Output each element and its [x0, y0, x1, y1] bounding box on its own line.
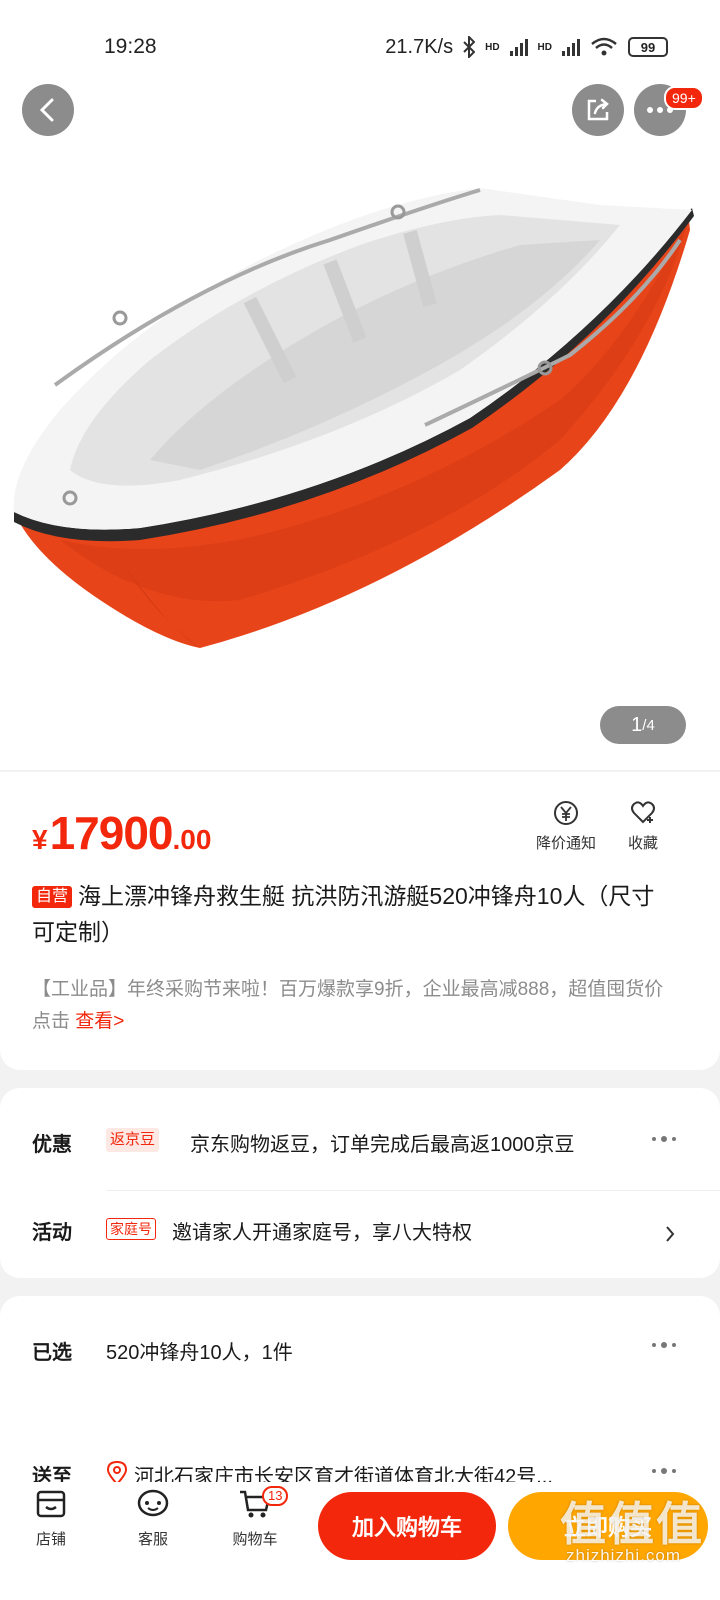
price-decimal: .00	[172, 824, 212, 855]
chevron-left-icon	[39, 98, 54, 122]
watermark-logo: 值值值	[560, 1498, 704, 1550]
price-integer: 17900	[49, 807, 174, 859]
store-icon	[36, 1490, 66, 1518]
status-time: 19:28	[104, 35, 157, 58]
status-indicators: 21.7K/s HD HD 99	[385, 36, 668, 59]
activity-text[interactable]: 邀请家人开通家庭号，享八大特权	[172, 1216, 472, 1245]
chevron-right-icon[interactable]	[664, 1224, 676, 1244]
chat-icon	[137, 1489, 169, 1517]
message-badge: 99+	[664, 86, 704, 110]
store-button[interactable]: 店铺	[16, 1488, 86, 1549]
product-title-text: 海上漂冲锋舟救生艇 抗洪防汛游艇520冲锋舟10人（尺寸可定制）	[32, 883, 655, 945]
gallery-pager: 1/4	[600, 706, 686, 744]
jingdou-tag: 返京豆	[106, 1128, 160, 1152]
promo-link[interactable]: 查看>	[75, 1011, 124, 1032]
share-icon	[587, 98, 609, 121]
discount-text[interactable]: 京东购物返豆，订单完成后最高返1000京豆	[190, 1128, 575, 1157]
selected-label: 已选	[32, 1342, 72, 1364]
address-more-icon[interactable]	[652, 1468, 676, 1474]
activity-label: 活动	[32, 1222, 72, 1244]
product-image-gallery[interactable]: 99+ 1/4	[0, 0, 720, 770]
watermark-url: zhizhizhi.com	[566, 1546, 682, 1565]
cart-count-badge: 13	[262, 1486, 289, 1506]
self-operated-tag: 自营	[32, 886, 73, 908]
product-title: 自营 海上漂冲锋舟救生艇 抗洪防汛游艇520冲锋舟10人（尺寸可定制）	[32, 878, 672, 950]
customer-service-button[interactable]: 客服	[118, 1488, 188, 1549]
promo-banner[interactable]: 【工业品】年终采购节来啦！百万爆款享9折，企业最高减888，超值囤货价点击 查看…	[32, 974, 682, 1038]
pager-current: 1	[631, 713, 643, 736]
offers-card: 优惠 返京豆 京东购物返豆，订单完成后最高返1000京豆 活动 家庭号 邀请家人…	[0, 1088, 720, 1278]
selected-value[interactable]: 520冲锋舟10人，1件	[106, 1336, 293, 1365]
cart-button[interactable]: 购物车 13	[220, 1486, 290, 1549]
price-symbol: ¥	[32, 824, 48, 855]
hd-label-2: HD	[537, 41, 552, 53]
bluetooth-icon	[463, 36, 476, 58]
share-button[interactable]	[572, 84, 624, 136]
cart-label: 购物车	[232, 1531, 278, 1548]
heart-icon	[631, 801, 655, 824]
price-alert-label: 降价通知	[536, 835, 597, 852]
service-label: 客服	[137, 1531, 168, 1548]
battery-icon: 99	[628, 37, 668, 57]
add-to-cart-button[interactable]: 加入购物车	[318, 1492, 496, 1560]
back-button[interactable]	[22, 84, 74, 136]
offers-divider	[106, 1190, 720, 1191]
favorite-button[interactable]: 收藏	[628, 800, 658, 853]
signal-icon-1	[509, 38, 528, 56]
promo-text: 【工业品】年终采购节来啦！百万爆款享9折，企业最高减888，超值囤货价点击	[32, 979, 664, 1032]
selected-more-icon[interactable]	[652, 1342, 676, 1348]
favorite-label: 收藏	[628, 835, 659, 852]
discount-more-icon[interactable]	[652, 1136, 676, 1142]
signal-icon-2	[562, 38, 580, 56]
product-price: ¥ 17900 .00	[32, 806, 211, 860]
hd-label-1: HD	[485, 41, 500, 53]
network-speed: 21.7K/s	[385, 35, 454, 58]
product-page: 99+ 1/4 19:28 21.7K/s HD HD 99 ¥ 17900 .…	[0, 0, 720, 1600]
family-account-tag: 家庭号	[106, 1218, 156, 1240]
discount-label: 优惠	[32, 1134, 72, 1156]
wifi-icon	[591, 37, 617, 56]
price-alert-icon	[554, 801, 578, 825]
status-bar: 19:28 21.7K/s HD HD 99	[0, 0, 720, 94]
product-info-card: ¥ 17900 .00 降价通知 收藏 自营 海上漂冲锋舟救生艇 抗洪防汛游艇52…	[0, 772, 720, 1070]
price-alert-button[interactable]: 降价通知	[536, 800, 596, 853]
store-label: 店铺	[35, 1531, 66, 1548]
pager-total: /4	[642, 716, 655, 734]
